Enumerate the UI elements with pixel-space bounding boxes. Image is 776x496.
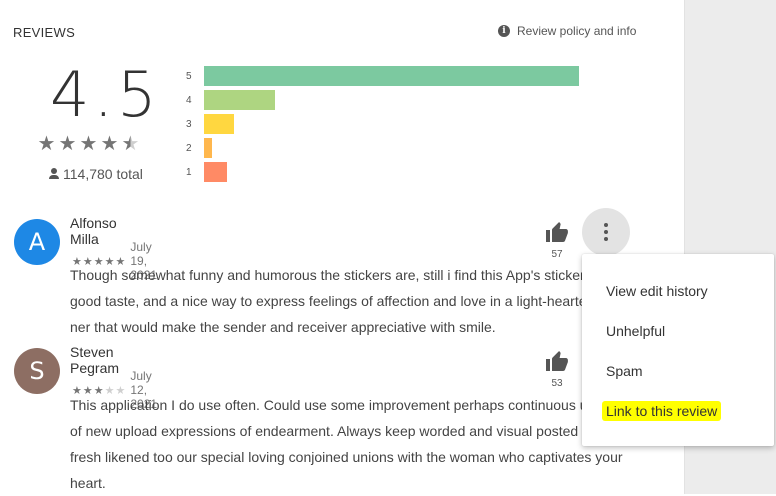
histogram-label: 1 — [186, 166, 192, 178]
avatar: S — [14, 348, 60, 394]
star-icon: ★ — [37, 133, 56, 155]
review-text-line: good taste, and a nice way to express fe… — [70, 293, 595, 309]
helpful-count: 53 — [551, 378, 563, 389]
avatar: A — [14, 219, 60, 265]
review-text-line: heart. — [70, 475, 106, 491]
review-text-line: This application I do use often. Could u… — [70, 397, 588, 413]
half-star-icon: ★ — [121, 133, 140, 155]
histogram-row-1: 1 — [186, 162, 227, 182]
histogram-row-2: 2 — [186, 138, 212, 158]
star-icon: ★ — [100, 133, 119, 155]
average-rating: 4.5 — [50, 58, 161, 131]
helpful-button[interactable]: 57 — [545, 221, 569, 260]
average-stars: ★ ★ ★ ★ ★ — [37, 131, 140, 156]
reviews-heading: REVIEWS — [13, 25, 76, 40]
total-ratings: 114,780 total — [48, 166, 143, 182]
menu-item-link-to-review[interactable]: Link to this review — [602, 401, 722, 421]
review-text-line: ner that would make the sender and recei… — [70, 319, 496, 335]
review-text: This application I do use often. Could u… — [70, 392, 630, 496]
menu-item-unhelpful[interactable]: Unhelpful — [606, 323, 665, 339]
total-ratings-label: 114,780 total — [63, 166, 143, 182]
more-vert-icon — [604, 223, 608, 241]
histogram-bar — [204, 138, 212, 158]
thumbs-up-icon — [546, 351, 568, 371]
review-text-line: Though somewhat funny and humorous the s… — [70, 267, 592, 283]
histogram-label: 2 — [186, 142, 192, 154]
star-icon: ★ — [58, 133, 77, 155]
histogram-row-3: 3 — [186, 114, 234, 134]
review-text-line: of new upload expressions of endearment.… — [70, 423, 590, 439]
menu-item-view-edit-history[interactable]: View edit history — [606, 283, 708, 299]
thumbs-up-icon — [546, 222, 568, 242]
menu-item-spam[interactable]: Spam — [606, 363, 643, 379]
helpful-button[interactable]: 53 — [545, 350, 569, 389]
histogram-row-4: 4 — [186, 90, 275, 110]
info-icon: i — [498, 25, 510, 37]
more-options-button[interactable] — [582, 208, 630, 256]
person-icon — [48, 168, 60, 180]
helpful-count: 57 — [551, 249, 563, 260]
histogram-row-5: 5 — [186, 66, 579, 86]
histogram-bar — [204, 66, 579, 86]
review-policy-link[interactable]: i Review policy and info — [498, 24, 636, 38]
review-text-line: fresh likened too our special loving con… — [70, 449, 623, 465]
histogram-bar — [204, 162, 227, 182]
star-icon: ★ — [79, 133, 98, 155]
histogram-bar — [204, 90, 275, 110]
histogram-label: 5 — [186, 70, 192, 82]
histogram-label: 4 — [186, 94, 192, 106]
review-options-menu: View edit history Unhelpful Spam Link to… — [582, 254, 774, 446]
review-policy-label: Review policy and info — [517, 24, 637, 38]
histogram-label: 3 — [186, 118, 192, 130]
histogram-bar — [204, 114, 234, 134]
review-text: Though somewhat funny and humorous the s… — [70, 262, 630, 340]
